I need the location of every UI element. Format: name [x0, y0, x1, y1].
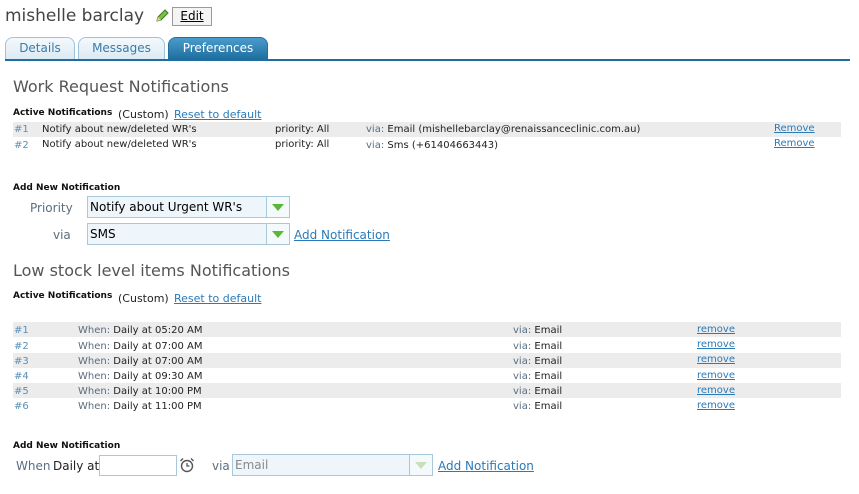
ls-when-label: When: [78, 371, 111, 382]
ls-via-label: via: [513, 371, 532, 382]
ls-via-value: Email [534, 356, 563, 367]
ls-when-label: When: [78, 325, 111, 336]
ls-via-label: via: [513, 401, 532, 412]
ls-via-value: Email [534, 386, 563, 397]
edit-button[interactable]: Edit [172, 7, 212, 26]
ls-row-number: #3 [14, 356, 29, 367]
wr-priority-value: All [316, 124, 330, 135]
tab-preferences[interactable]: Preferences [168, 37, 268, 59]
ls-remove-link[interactable]: remove [697, 400, 735, 411]
wr-add-new-notification-title: Add New Notification [13, 183, 121, 193]
ls-row-number: #2 [14, 341, 29, 352]
ls-add-notification-link[interactable]: Add Notification [438, 459, 534, 473]
ls-row-number: #5 [14, 386, 29, 397]
wr-row-number: #1 [14, 124, 29, 135]
wr-priority-label: priority: [275, 124, 314, 135]
ls-daily-at-label: Daily at [53, 459, 100, 473]
tab-details[interactable]: Details [5, 37, 75, 59]
ls-time-input[interactable] [99, 455, 177, 476]
ls-via-value: Email [534, 401, 563, 412]
wr-via-value: Sms (+61404663443) [387, 140, 499, 151]
ls-when-value: Daily at 09:30 AM [113, 371, 203, 382]
wr-priority-label: priority: [275, 139, 314, 150]
wr-priority-select[interactable]: Notify about Urgent WR's [87, 196, 290, 218]
wr-row-description: Notify about new/deleted WR's [42, 139, 197, 150]
wr-priority-field-label: Priority [30, 201, 73, 215]
ls-when-value: Daily at 07:00 AM [113, 356, 203, 367]
ls-active-notifications-label: Active Notifications [13, 291, 113, 301]
wr-via-field-label: via [53, 228, 71, 242]
ls-row-number: #4 [14, 371, 29, 382]
ls-via-select-value: Email [235, 458, 269, 472]
ls-when-label: When: [78, 401, 111, 412]
ls-when-value: Daily at 05:20 AM [113, 325, 203, 336]
user-name-title: mishelle barclay [5, 6, 145, 26]
ls-via-value: Email [534, 341, 563, 352]
ls-via-label: via: [513, 341, 532, 352]
wr-via-label: via: [366, 124, 385, 135]
ls-when-value: Daily at 11:00 PM [113, 401, 202, 412]
wr-priority-select-value: Notify about Urgent WR's [90, 200, 243, 214]
ls-via-label: via: [513, 386, 532, 397]
ls-remove-link[interactable]: remove [697, 354, 735, 365]
ls-row-number: #6 [14, 401, 29, 412]
ls-when-value: Daily at 10:00 PM [113, 386, 202, 397]
chevron-down-icon[interactable] [266, 197, 289, 217]
wr-add-notification-link[interactable]: Add Notification [294, 228, 390, 242]
ls-row-number: #1 [14, 325, 29, 336]
wr-priority-value: All [316, 139, 330, 150]
wr-custom-label: (Custom) [118, 108, 169, 121]
tab-divider [5, 59, 850, 61]
ls-via-value: Email [534, 371, 563, 382]
ls-via-select[interactable]: Email [232, 454, 433, 476]
wr-via-select[interactable]: SMS [87, 223, 290, 245]
wr-remove-link[interactable]: Remove [774, 123, 815, 134]
wr-remove-link[interactable]: Remove [774, 138, 815, 149]
ls-via-field-label: via [212, 459, 230, 473]
wr-reset-to-default-link[interactable]: Reset to default [174, 108, 261, 121]
chevron-down-icon[interactable] [409, 455, 432, 475]
alarm-clock-icon[interactable] [179, 457, 195, 473]
ls-when-label: When: [78, 386, 111, 397]
tab-messages[interactable]: Messages [78, 37, 165, 59]
chevron-down-icon[interactable] [266, 224, 289, 244]
ls-when-label: When: [78, 356, 111, 367]
ls-when-field-label: When [16, 459, 51, 473]
wr-via-value: Email (mishellebarclay@renaissanceclinic… [387, 124, 641, 135]
ls-when-value: Daily at 07:00 AM [113, 341, 203, 352]
wr-active-notifications-label: Active Notifications [13, 108, 113, 118]
ls-custom-label: (Custom) [118, 292, 169, 305]
wr-row-number: #2 [14, 140, 29, 151]
ls-remove-link[interactable]: remove [697, 324, 735, 335]
work-request-heading: Work Request Notifications [13, 77, 229, 96]
ls-remove-link[interactable]: remove [697, 339, 735, 350]
ls-remove-link[interactable]: remove [697, 370, 735, 381]
ls-when-label: When: [78, 341, 111, 352]
ls-reset-to-default-link[interactable]: Reset to default [174, 292, 261, 305]
wr-row-description: Notify about new/deleted WR's [42, 124, 197, 135]
ls-remove-link[interactable]: remove [697, 385, 735, 396]
ls-add-new-notification-title: Add New Notification [13, 441, 121, 451]
pencil-icon [156, 9, 169, 22]
ls-via-value: Email [534, 325, 563, 336]
ls-via-label: via: [513, 325, 532, 336]
low-stock-heading: Low stock level items Notifications [13, 261, 290, 280]
wr-via-label: via: [366, 140, 385, 151]
ls-via-label: via: [513, 356, 532, 367]
wr-via-select-value: SMS [90, 227, 116, 241]
